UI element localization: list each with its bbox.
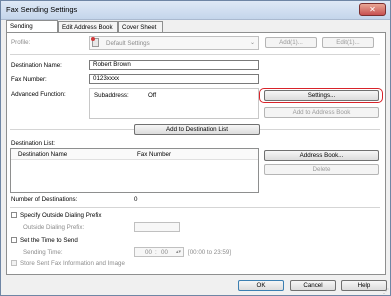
close-button[interactable]: ✕ — [359, 3, 386, 16]
sending-time-range: [00:00 to 23:59] — [188, 249, 232, 256]
fax-number-label: Fax Number: — [11, 76, 47, 83]
list-header: Destination Name Fax Number — [11, 149, 258, 160]
destination-list-label: Destination List: — [11, 140, 56, 147]
sending-time-minute: 00 — [161, 249, 168, 256]
profile-label: Profile: — [11, 39, 31, 46]
subaddress-value: Off — [148, 92, 157, 99]
resize-grip-icon[interactable]: ⋰ — [383, 288, 389, 295]
tab-edit-address-book[interactable]: Edit Address Book — [58, 21, 118, 32]
time-separator: : — [155, 249, 157, 256]
window-title: Fax Sending Settings — [6, 5, 78, 14]
add-to-address-book-button[interactable]: Add to Address Book — [264, 107, 379, 118]
address-book-button[interactable]: Address Book... — [264, 150, 379, 161]
profile-select[interactable]: Default Settings ⌄ — [89, 36, 259, 50]
tab-cover-sheet[interactable]: Cover Sheet — [118, 21, 163, 32]
ok-button[interactable]: OK — [238, 280, 284, 291]
profile-status-dot-icon — [91, 37, 95, 41]
profile-edit-button[interactable]: Edit(1)... — [322, 37, 374, 48]
spin-arrows-icon: ▴▾ — [175, 249, 181, 255]
divider — [10, 207, 380, 208]
sending-time-hour: 00 — [145, 249, 152, 256]
help-button[interactable]: Help — [341, 280, 387, 291]
delete-button[interactable]: Delete — [264, 164, 379, 175]
number-of-destinations-label: Number of Destinations: — [11, 196, 78, 203]
divider — [10, 54, 380, 55]
settings-button[interactable]: Settings... — [264, 90, 379, 101]
store-sent-fax-label: Store Sent Fax Information and Image — [20, 260, 125, 267]
profile-add-button[interactable]: Add(1)... — [265, 37, 317, 48]
column-header-destination-name[interactable]: Destination Name — [18, 151, 67, 158]
profile-value: Default Settings — [106, 40, 150, 47]
set-time-to-send-checkbox[interactable] — [11, 237, 17, 243]
tab-sending-settings[interactable]: Sending Settings — [6, 20, 58, 41]
store-sent-fax-checkbox[interactable] — [11, 260, 17, 266]
number-of-destinations-value: 0 — [134, 196, 138, 203]
title-bar: Fax Sending Settings ✕ — [1, 1, 390, 20]
sending-time-field[interactable]: 00 : 00 ▴▾ — [134, 247, 184, 257]
outside-dialing-prefix-checkbox[interactable] — [11, 212, 17, 218]
destination-name-field[interactable]: Robert Brown — [89, 60, 259, 70]
advanced-function-box: Subaddress: Off — [89, 88, 259, 119]
add-to-destination-list-button[interactable]: Add to Destination List — [134, 124, 260, 135]
cancel-button[interactable]: Cancel — [290, 280, 336, 291]
destination-list[interactable]: Destination Name Fax Number — [10, 148, 259, 193]
column-header-fax-number[interactable]: Fax Number — [137, 151, 171, 158]
outside-dialing-prefix-checkbox-label[interactable]: Specify Outside Dialing Prefix — [20, 212, 102, 219]
sending-time-label: Sending Time: — [23, 249, 63, 256]
outside-dialing-prefix-field[interactable] — [134, 222, 180, 232]
subaddress-label: Subaddress: — [94, 92, 129, 99]
destination-name-label: Destination Name: — [11, 62, 62, 69]
fax-sending-settings-dialog: Fax Sending Settings ✕ Sending Settings … — [0, 0, 391, 296]
outside-dialing-prefix-label: Outside Dialing Prefix: — [23, 224, 85, 231]
advanced-function-label: Advanced Function: — [11, 91, 66, 98]
set-time-to-send-checkbox-label[interactable]: Set the Time to Send — [20, 237, 78, 244]
fax-number-field[interactable]: 0123xxxx — [89, 74, 259, 84]
chevron-down-icon: ⌄ — [249, 40, 255, 46]
